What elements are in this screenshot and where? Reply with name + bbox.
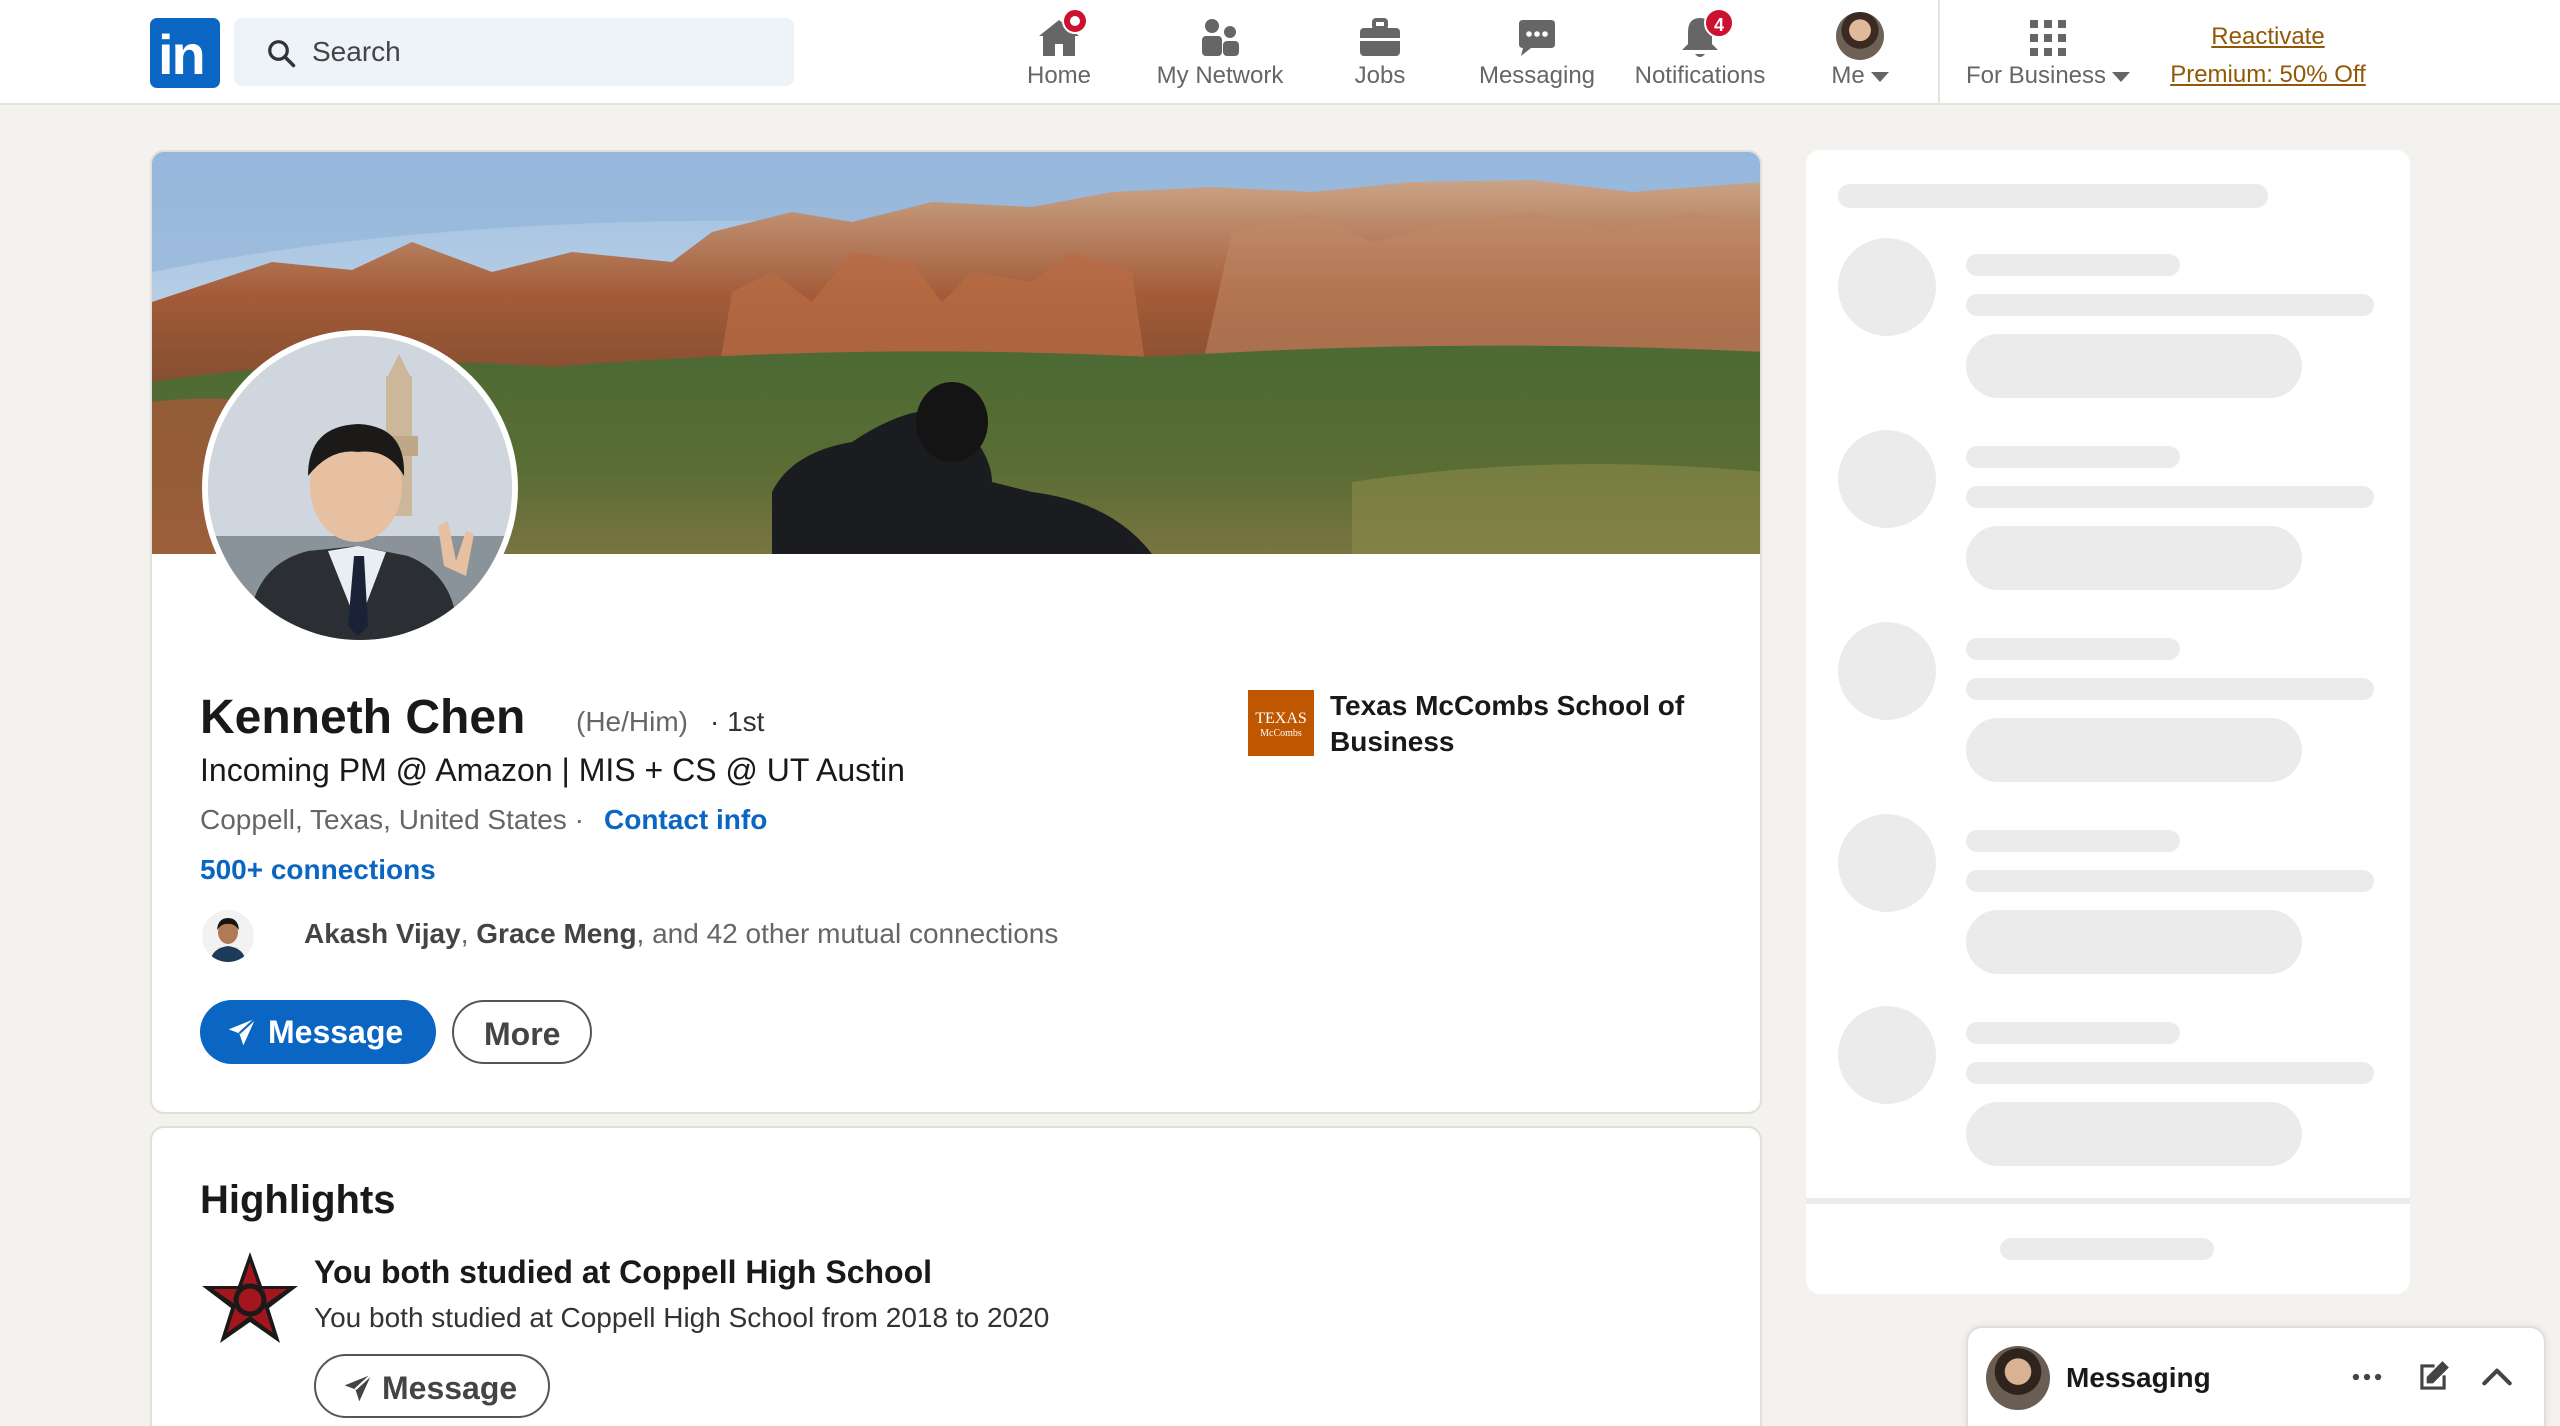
skeleton-bar xyxy=(1966,1062,2374,1084)
chevron-down-icon xyxy=(1870,71,1889,82)
profile-location: Coppell, Texas, United States · xyxy=(200,804,584,835)
nav-for-business-text: For Business xyxy=(1965,62,2107,89)
nav-me[interactable]: Me xyxy=(1810,0,1910,105)
notifications-badge: 4 xyxy=(1704,8,1734,38)
messaging-title: Messaging xyxy=(2066,1362,2211,1393)
nav-home-label: Home xyxy=(1026,62,1092,89)
skeleton-button xyxy=(1966,526,2302,590)
profile-photo xyxy=(208,336,512,640)
skeleton-bar xyxy=(1966,678,2374,700)
skeleton-bar xyxy=(1966,446,2180,468)
messaging-avatar xyxy=(1986,1346,2050,1410)
skeleton-bar xyxy=(1966,294,2374,316)
skeleton-bar xyxy=(1966,1022,2180,1044)
skeleton-bar xyxy=(1966,830,2180,852)
skeleton-avatar xyxy=(1838,430,1936,528)
more-button[interactable]: More xyxy=(452,1000,592,1064)
mutual-connection-avatar[interactable] xyxy=(200,908,256,964)
message-button-label: Message xyxy=(268,1014,404,1050)
skeleton-bar xyxy=(1838,184,2268,208)
nav-my-network[interactable]: My Network xyxy=(1140,0,1300,105)
linkedin-logo[interactable]: in xyxy=(150,18,220,88)
connection-degree: · 1st xyxy=(710,706,765,737)
profile-name: Kenneth Chen xyxy=(200,691,526,744)
search-input[interactable] xyxy=(312,18,772,86)
compose-icon[interactable] xyxy=(2414,1358,2452,1396)
briefcase-icon xyxy=(1360,18,1400,56)
school-name-link[interactable]: Texas McCombs School of Business xyxy=(1330,688,1730,760)
school-logo[interactable]: TEXAS McCombs xyxy=(1248,690,1314,756)
mutual-photo xyxy=(202,910,254,962)
profile-avatar[interactable] xyxy=(202,330,518,646)
skeleton-avatar xyxy=(1838,622,1936,720)
chevron-up-icon[interactable] xyxy=(2478,1358,2516,1396)
messaging-icon xyxy=(1519,20,1555,56)
skeleton-divider xyxy=(1806,1198,2410,1204)
highlight-subtext: You both studied at Coppell High School … xyxy=(314,1302,1050,1333)
search-bar[interactable] xyxy=(234,18,794,86)
logo-text: in xyxy=(158,23,206,86)
highlight-message-button[interactable]: Message xyxy=(314,1354,550,1418)
nav-notifications-label: Notifications xyxy=(1634,62,1766,89)
mutual-separator: , xyxy=(460,918,477,949)
nav-me-text: Me xyxy=(1831,62,1865,89)
nav-messaging-label: Messaging xyxy=(1478,62,1596,89)
nav-divider xyxy=(1938,0,1940,105)
profile-headline: Incoming PM @ Amazon | MIS + CS @ UT Aus… xyxy=(200,752,905,788)
nav-for-business-label: For Business xyxy=(1960,62,2136,90)
mutual-rest: , and 42 other mutual connections xyxy=(636,918,1059,949)
nav-jobs-label: Jobs xyxy=(1354,62,1406,89)
school-logo-text-1: TEXAS xyxy=(1255,710,1307,727)
network-icon xyxy=(1202,19,1239,56)
grid-apps-icon xyxy=(2030,20,2066,56)
more-options-icon[interactable] xyxy=(2348,1358,2386,1396)
skeleton-avatar xyxy=(1838,1006,1936,1104)
skeleton-button xyxy=(1966,718,2302,782)
premium-line-2: Premium: 50% Off xyxy=(2170,61,2366,88)
mutual-connections-link[interactable]: Akash Vijay, Grace Meng, and 42 other mu… xyxy=(304,918,1058,950)
nav-jobs[interactable]: Jobs xyxy=(1330,0,1430,105)
nav-notifications[interactable]: 4 Notifications xyxy=(1624,0,1776,105)
reactivate-premium-link[interactable]: Reactivate Premium: 50% Off xyxy=(2158,18,2378,94)
skeleton-button xyxy=(1966,334,2302,398)
nav-messaging[interactable]: Messaging xyxy=(1470,0,1604,105)
skeleton-bar xyxy=(2000,1238,2214,1260)
premium-line-1: Reactivate xyxy=(2211,23,2325,50)
skeleton-avatar xyxy=(1838,238,1936,336)
connections-link[interactable]: 500+ connections xyxy=(200,854,436,886)
profile-card: Kenneth Chen (He/Him) · 1st Incoming PM … xyxy=(150,150,1762,1114)
search-icon xyxy=(268,40,296,68)
skeleton-button xyxy=(1966,910,2302,974)
highlight-message-label: Message xyxy=(382,1370,518,1406)
skeleton-bar xyxy=(1966,638,2180,660)
skeleton-avatar xyxy=(1838,814,1936,912)
messaging-overlay-bar[interactable]: Messaging xyxy=(1966,1326,2546,1426)
skeleton-button xyxy=(1966,1102,2302,1166)
highlights-title: Highlights xyxy=(200,1178,396,1222)
more-button-label: More xyxy=(484,1016,561,1052)
home-notification-dot xyxy=(1062,8,1088,34)
nav-my-network-label: My Network xyxy=(1156,62,1284,89)
nav-me-label: Me xyxy=(1810,62,1910,90)
skeleton-bar xyxy=(1966,486,2374,508)
highlight-heading: You both studied at Coppell High School xyxy=(314,1254,933,1290)
skeleton-bar xyxy=(1966,254,2180,276)
mutual-name-1: Akash Vijay xyxy=(304,918,461,949)
send-icon xyxy=(228,1017,257,1046)
chevron-down-icon xyxy=(2112,71,2131,82)
nav-home[interactable]: Home xyxy=(1004,0,1114,105)
sidebar-loading-card xyxy=(1806,150,2410,1294)
mutual-name-2: Grace Meng xyxy=(476,918,637,949)
top-navigation: in Home My Network Jobs Messaging 4 Noti… xyxy=(0,0,2560,105)
skeleton-bar xyxy=(1966,870,2374,892)
message-button[interactable]: Message xyxy=(200,1000,436,1064)
school-logo-text-2: McCombs xyxy=(1260,728,1302,739)
contact-info-link[interactable]: Contact info xyxy=(604,804,767,836)
me-avatar xyxy=(1836,12,1884,60)
highlights-card: Highlights You both studied at Coppell H… xyxy=(150,1126,1762,1426)
nav-for-business[interactable]: For Business xyxy=(1960,0,2136,105)
send-icon xyxy=(344,1373,373,1402)
school-star-icon xyxy=(202,1252,298,1343)
profile-pronouns: (He/Him) xyxy=(576,706,688,737)
